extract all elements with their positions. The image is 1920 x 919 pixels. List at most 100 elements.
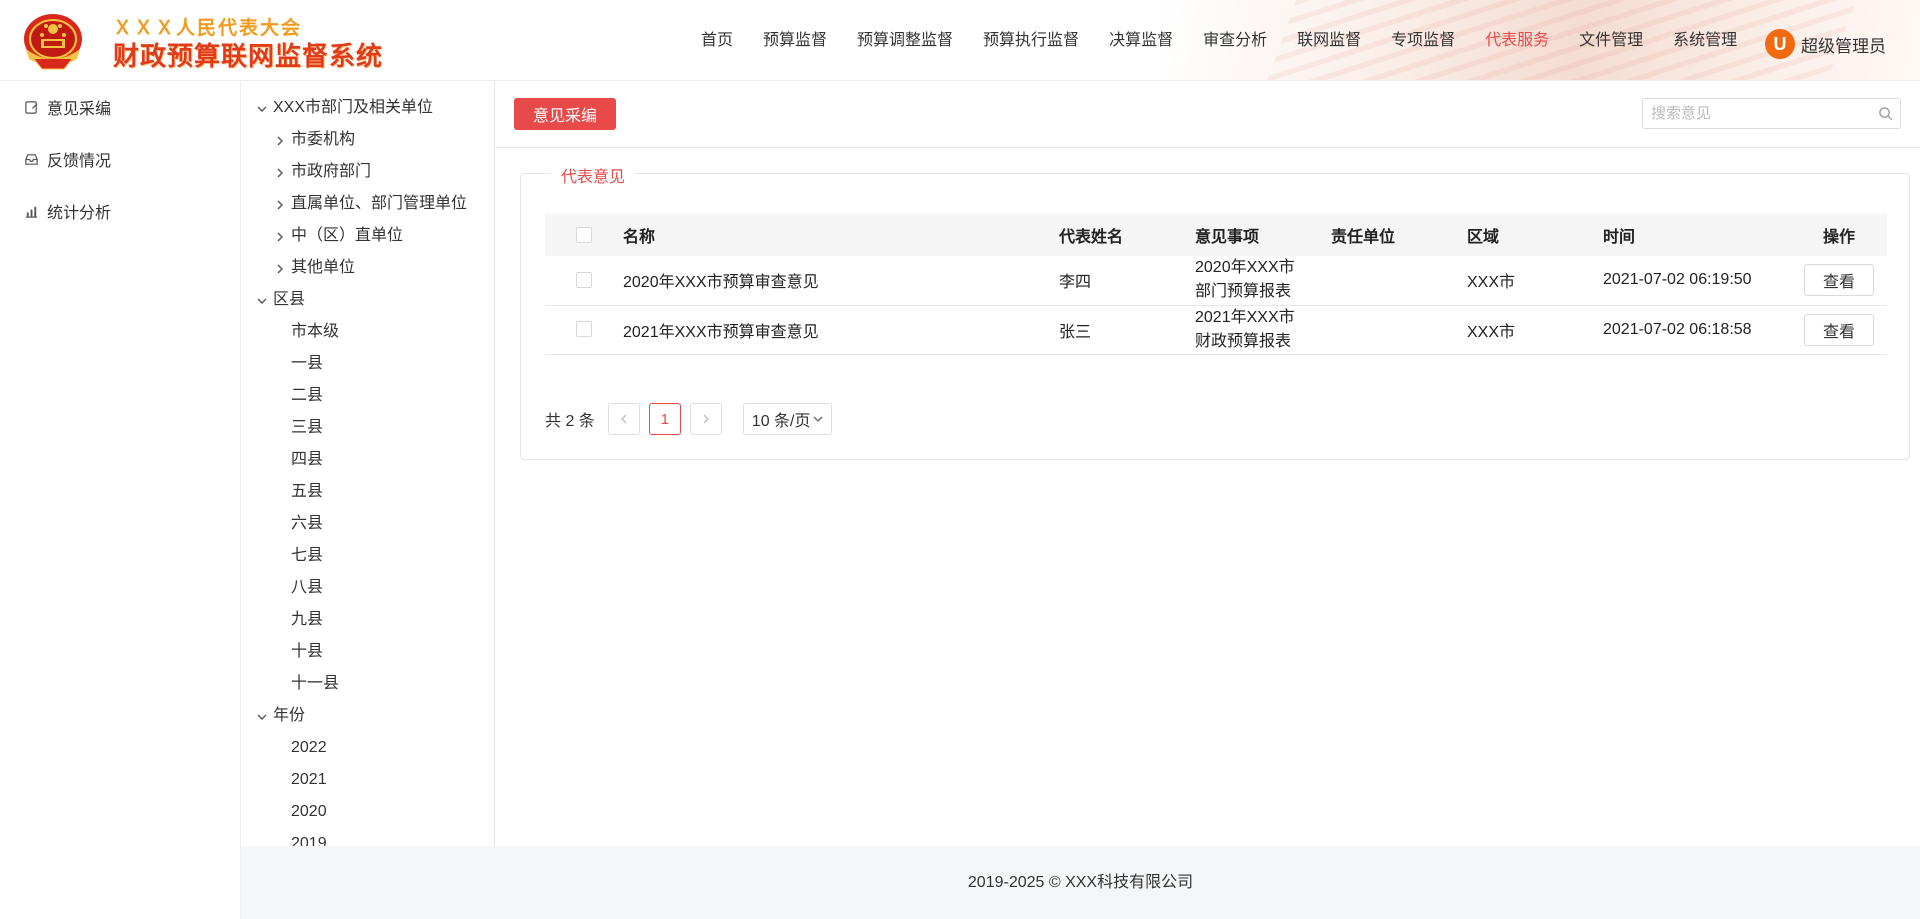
chevron-down-icon — [255, 92, 269, 124]
tree-node-region[interactable]: 五县 — [291, 476, 323, 508]
nav-special-supervision[interactable]: 专项监督 — [1376, 0, 1470, 80]
chevron-right-icon — [273, 220, 287, 252]
cell-time: 2021-07-02 06:18:58 — [1603, 305, 1791, 355]
avatar: U — [1765, 29, 1795, 59]
tree-node-region[interactable]: 一县 — [291, 348, 323, 380]
cell-responsible-unit — [1331, 305, 1467, 355]
nav-budget-execution[interactable]: 预算执行监督 — [968, 0, 1094, 80]
tree-node-year[interactable]: 2021 — [291, 764, 327, 796]
tree-node-region[interactable]: 二县 — [291, 380, 323, 412]
footer: 2019-2025 © XXX科技有限公司 — [241, 846, 1920, 919]
next-page-button[interactable] — [689, 403, 722, 435]
chevron-right-icon — [703, 414, 709, 424]
tree-node-region[interactable]: 三县 — [291, 412, 323, 444]
nav-system-management[interactable]: 系统管理 — [1658, 0, 1752, 80]
tree-node-year[interactable]: 2019 — [291, 828, 327, 846]
tree-node-dept-root[interactable]: XXX市部门及相关单位 — [255, 92, 433, 124]
tree-node-other-units[interactable]: 其他单位 — [273, 252, 355, 284]
column-header-name: 名称 — [623, 214, 1059, 256]
collect-opinion-button[interactable]: 意见采编 — [514, 98, 616, 130]
left-sidebar: 意见采编 反馈情况 统计分析 — [0, 81, 241, 919]
nav-file-management[interactable]: 文件管理 — [1564, 0, 1658, 80]
tree-node-region-root[interactable]: 区县 — [255, 284, 305, 316]
tree-node-city-government[interactable]: 市政府部门 — [273, 156, 371, 188]
chevron-right-icon — [273, 188, 287, 220]
prev-page-button[interactable] — [607, 403, 640, 435]
inbox-icon — [25, 153, 38, 165]
tree-node-region[interactable]: 七县 — [291, 540, 323, 572]
column-header-representative: 代表姓名 — [1059, 214, 1195, 256]
column-header-matter: 意见事项 — [1195, 214, 1331, 256]
cell-time: 2021-07-02 06:19:50 — [1603, 256, 1791, 306]
tree-node-region[interactable]: 六县 — [291, 508, 323, 540]
sidebar-item-label: 统计分析 — [47, 205, 112, 222]
sidebar-item-label: 反馈情况 — [47, 153, 112, 170]
nav-budget-adjustment[interactable]: 预算调整监督 — [842, 0, 968, 80]
tree-node-region[interactable]: 十县 — [291, 636, 323, 668]
tree-node-central-units[interactable]: 中（区）直单位 — [273, 220, 403, 252]
tree-node-region[interactable]: 九县 — [291, 604, 323, 636]
page-size-select[interactable]: 10 条/页 — [742, 403, 832, 435]
nav-final-accounts[interactable]: 决算监督 — [1094, 0, 1188, 80]
row-checkbox[interactable] — [576, 272, 592, 289]
view-button[interactable]: 查看 — [1804, 264, 1874, 297]
user-menu[interactable]: U 超级管理员 — [1765, 29, 1886, 59]
search-input[interactable] — [1643, 99, 1868, 128]
tree-node-city-committee[interactable]: 市委机构 — [273, 124, 355, 156]
chevron-down-icon — [813, 416, 822, 422]
edit-icon — [25, 100, 38, 114]
tree-node-region[interactable]: 四县 — [291, 444, 323, 476]
page-number-current[interactable]: 1 — [648, 403, 681, 435]
main-content: 意见采编 代表意见 名称 代表姓名 意见事项 责任单位 — [496, 81, 1920, 846]
row-select-cell — [545, 305, 623, 355]
row-checkbox[interactable] — [576, 321, 592, 338]
select-all-cell — [545, 214, 623, 256]
search-icon[interactable] — [1878, 106, 1893, 121]
tree-node-region[interactable]: 八县 — [291, 572, 323, 604]
chevron-right-icon — [273, 156, 287, 188]
national-emblem-icon — [24, 14, 82, 70]
tree-node-direct-units[interactable]: 直属单位、部门管理单位 — [273, 188, 467, 220]
cell-name: 2020年XXX市预算审查意见 — [623, 256, 1059, 306]
tree-node-region[interactable]: 十一县 — [291, 668, 339, 700]
column-header-time: 时间 — [1603, 214, 1791, 256]
table-row: 2020年XXX市预算审查意见 李四 2020年XXX市 部门预算报表 XXX市 … — [545, 256, 1887, 306]
cell-representative: 李四 — [1059, 256, 1195, 306]
chevron-left-icon — [620, 414, 627, 424]
cell-action: 查看 — [1791, 305, 1887, 355]
cell-matter: 2020年XXX市 部门预算报表 — [1195, 256, 1331, 306]
nav-representative-service[interactable]: 代表服务 — [1470, 0, 1564, 80]
cell-name: 2021年XXX市预算审查意见 — [623, 305, 1059, 355]
opinions-table: 名称 代表姓名 意见事项 责任单位 区域 时间 操作 2020年XXX市预算审查… — [545, 214, 1887, 355]
nav-budget-supervision[interactable]: 预算监督 — [748, 0, 842, 80]
chevron-down-icon — [255, 700, 269, 732]
sidebar-item-feedback[interactable]: 反馈情况 — [24, 147, 111, 171]
page-size-value: 10 条/页 — [751, 413, 811, 430]
cell-representative: 张三 — [1059, 305, 1195, 355]
view-button[interactable]: 查看 — [1804, 313, 1874, 346]
column-header-action: 操作 — [1791, 214, 1887, 256]
sidebar-item-opinion-collect[interactable]: 意见采编 — [24, 95, 111, 119]
column-header-responsible-unit: 责任单位 — [1331, 214, 1467, 256]
chevron-down-icon — [255, 284, 269, 316]
nav-home[interactable]: 首页 — [686, 0, 748, 80]
row-select-cell — [545, 256, 623, 306]
tree-node-year-root[interactable]: 年份 — [255, 700, 305, 732]
cell-matter: 2021年XXX市 财政预算报表 — [1195, 305, 1331, 355]
nav-review-analysis[interactable]: 审查分析 — [1188, 0, 1282, 80]
cell-region: XXX市 — [1467, 256, 1603, 306]
cell-region: XXX市 — [1467, 305, 1603, 355]
user-name: 超级管理员 — [1801, 36, 1886, 56]
nav-network-supervision[interactable]: 联网监督 — [1282, 0, 1376, 80]
tree-node-year[interactable]: 2022 — [291, 732, 327, 764]
copyright-text: 2019-2025 © XXX科技有限公司 — [967, 874, 1194, 891]
sidebar-item-statistics[interactable]: 统计分析 — [24, 199, 111, 223]
brand-title-line2: 财政预算联网监督系统 — [113, 41, 384, 71]
select-all-checkbox[interactable] — [576, 226, 592, 243]
org-tree: XXX市部门及相关单位 市委机构 市政府部门 直属单位、部门管理单位 中（区）直… — [241, 81, 495, 846]
chart-icon — [25, 206, 38, 218]
sidebar-item-label: 意见采编 — [47, 101, 112, 118]
tree-node-region[interactable]: 市本级 — [291, 316, 339, 348]
tree-node-year[interactable]: 2020 — [291, 796, 327, 828]
chevron-right-icon — [273, 124, 287, 156]
